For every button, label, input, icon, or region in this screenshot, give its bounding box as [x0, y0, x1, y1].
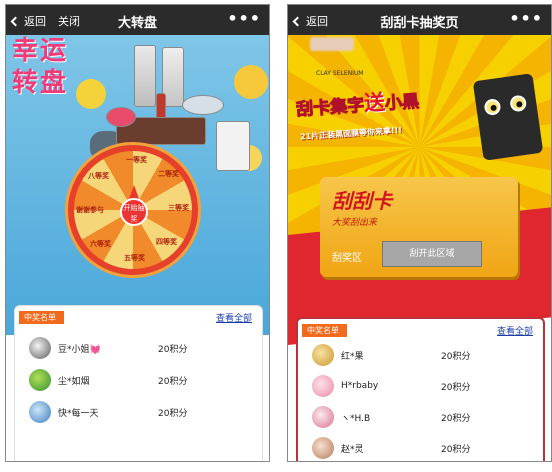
brand-name: CLAY SELENIUM — [316, 70, 364, 77]
wheel-prize-label: 八等奖 — [88, 172, 109, 180]
eye-icon — [483, 98, 502, 117]
back-label: 返回 — [24, 15, 46, 28]
wheel-prize-label: 四等奖 — [156, 238, 177, 246]
winner-points: 20积分 — [158, 376, 188, 387]
winner-points: 20积分 — [441, 351, 471, 362]
hero-title-line: 转盘 — [12, 68, 69, 98]
back-button[interactable]: 返回 — [292, 13, 328, 29]
compact-case — [182, 95, 224, 115]
scratch-area-label: 刮奖区 — [332, 253, 362, 264]
blurred-logo — [310, 37, 354, 51]
winner-points: 20积分 — [441, 382, 471, 393]
winner-row: ヽ*H.B 20积分 — [312, 405, 533, 429]
hero-banner: CLAY SELENIUM 刮卡集字送小黑 21片正装黑面膜等你来拿!!! 刮刮… — [288, 35, 551, 345]
start-draw-button[interactable]: 开始抽奖 — [120, 198, 148, 226]
headline-highlight: 送 — [363, 90, 386, 116]
winner-row: 快*每一天 20积分 — [29, 400, 252, 424]
heart-decoration — [106, 107, 136, 127]
winner-points: 20积分 — [441, 413, 471, 424]
headline-text: 小黑 — [384, 91, 420, 115]
winner-name: ヽ*H.B — [341, 413, 371, 424]
eye-icon — [509, 94, 528, 113]
winners-card: 中奖名单 查看全部 豆*小姐💓 20积分 尘*如烟 20积分 快*每一天 20积… — [14, 305, 263, 461]
wheel-prize-label: 二等奖 — [158, 170, 179, 178]
view-all-link[interactable]: 查看全部 — [497, 324, 533, 337]
headline: 刮卡集字送小黑 — [295, 84, 420, 123]
winner-name: 红*果 — [341, 351, 364, 362]
chevron-left-icon — [10, 16, 21, 27]
avatar — [312, 375, 334, 397]
avatar — [29, 337, 51, 359]
black-cat-mask-icon — [472, 73, 544, 161]
chevron-left-icon — [292, 16, 303, 27]
scratch-card-subtitle: 大奖刮出来 — [332, 218, 378, 228]
winners-card: 中奖名单 查看全部 红*果 20积分 H*rbaby 20积分 ヽ*H.B 20… — [296, 317, 545, 461]
winners-tab: 中奖名单 — [19, 311, 64, 324]
headline-subtitle: 21片正装黑面膜等你来拿!!! — [299, 125, 403, 142]
big-wheel-phone: 返回 关闭 大转盘 ••• 幸运 转盘 一等奖 二等奖 三等奖 四等奖 五等奖 … — [5, 4, 270, 462]
winner-points: 20积分 — [158, 344, 188, 355]
winner-row: 赵*灵 20积分 — [312, 436, 533, 460]
winner-row: 尘*如烟 20积分 — [29, 368, 252, 392]
mask-pack — [216, 121, 250, 171]
winner-row: H*rbaby 20积分 — [312, 374, 533, 398]
wheel-pointer-icon — [129, 185, 139, 199]
more-menu-icon[interactable]: ••• — [509, 9, 543, 28]
scratch-card-title: 刮刮卡 — [332, 189, 392, 213]
avatar — [29, 369, 51, 391]
flower-decoration — [234, 65, 268, 99]
hero-title: 幸运 转盘 — [12, 35, 68, 99]
wheel-prize-label: 五等奖 — [124, 254, 145, 262]
winner-row: 红*果 20积分 — [312, 343, 533, 367]
avatar — [312, 406, 334, 428]
scratch-card-phone: 返回 刮刮卡抽奖页 ••• CLAY SELENIUM 刮卡集字送小黑 21片正… — [287, 4, 552, 462]
headline-text: 刮卡集字 — [295, 95, 365, 121]
avatar — [312, 344, 334, 366]
avatar — [312, 437, 334, 459]
more-menu-icon[interactable]: ••• — [227, 9, 261, 28]
nav-bar: 返回 刮刮卡抽奖页 ••• — [288, 5, 551, 35]
winner-name: 豆*小姐💓 — [58, 344, 101, 355]
scratch-scroll: 刮刮卡 大奖刮出来 刮奖区 刮开此区域 — [320, 177, 518, 277]
winner-name: 赵*灵 — [341, 444, 364, 455]
scratch-area[interactable]: 刮开此区域 — [382, 241, 482, 267]
close-button[interactable]: 关闭 — [58, 13, 80, 29]
winners-tab: 中奖名单 — [302, 324, 347, 337]
back-label: 返回 — [306, 15, 328, 28]
view-all-link[interactable]: 查看全部 — [216, 311, 252, 324]
flower-decoration — [76, 79, 106, 109]
winner-name: 快*每一天 — [58, 408, 99, 419]
hero-title-line: 幸运 — [12, 36, 69, 66]
wheel-prize-label: 六等奖 — [90, 240, 111, 248]
nav-bar: 返回 关闭 大转盘 ••• — [6, 5, 269, 35]
wheel-prize-label: 谢谢参与 — [76, 206, 104, 214]
avatar — [29, 401, 51, 423]
winner-name: 尘*如烟 — [58, 376, 90, 387]
winner-points: 20积分 — [441, 444, 471, 455]
wheel-prize-label: 一等奖 — [126, 156, 147, 164]
wheel-prize-label: 三等奖 — [168, 204, 189, 212]
back-button[interactable]: 返回 关闭 — [10, 13, 80, 29]
winner-points: 20积分 — [158, 408, 188, 419]
winner-row: 豆*小姐💓 20积分 — [29, 336, 252, 360]
cosmetic-bottle — [134, 45, 156, 107]
winner-name: H*rbaby — [341, 381, 379, 391]
